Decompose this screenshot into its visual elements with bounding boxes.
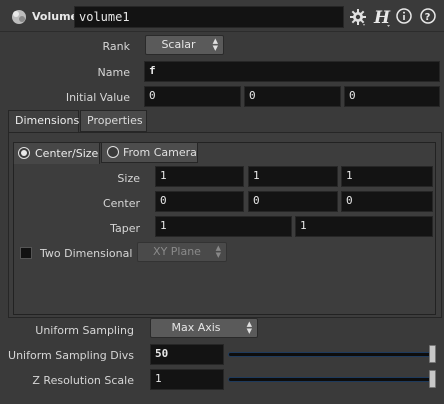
updown-arrows-icon: ▲ ▼	[212, 37, 218, 52]
name-field[interactable]: f	[144, 61, 440, 82]
uniform-sampling-menu[interactable]: Max Axis ▲ ▼	[150, 318, 258, 338]
size-x[interactable]: 1	[155, 166, 244, 187]
center-z[interactable]: 0	[341, 191, 433, 212]
plane-menu-value: XY Plane	[153, 245, 201, 258]
uniform-sampling-divs-slider-track[interactable]	[228, 352, 434, 357]
uniform-sampling-divs-label: Uniform Sampling Divs	[8, 349, 134, 362]
radio-unselected-icon	[107, 146, 119, 158]
rank-label: Rank	[102, 40, 130, 53]
rank-menu-value: Scalar	[161, 38, 196, 51]
uniform-sampling-divs-field[interactable]: 50	[150, 344, 224, 365]
updown-arrows-icon: ▲ ▼	[215, 244, 221, 259]
plane-menu: XY Plane ▲ ▼	[137, 242, 227, 262]
uniform-sampling-divs-slider-handle[interactable]	[429, 345, 436, 363]
z-resolution-scale-field[interactable]: 1	[150, 369, 224, 390]
center-y[interactable]: 0	[248, 191, 338, 212]
z-resolution-scale-label: Z Resolution Scale	[32, 374, 134, 387]
info-icon[interactable]	[396, 8, 412, 27]
node-name-field[interactable]: volume1	[74, 6, 344, 28]
svg-text:?: ?	[425, 12, 431, 23]
mode-from-camera-label: From Camera	[123, 146, 197, 159]
tab-dimensions[interactable]: Dimensions	[8, 110, 79, 133]
mode-center-size[interactable]: Center/Size	[13, 142, 100, 164]
z-resolution-scale-slider-track[interactable]	[228, 377, 434, 382]
initial-value-x[interactable]: 0	[144, 86, 241, 107]
rank-menu[interactable]: Scalar ▲ ▼	[145, 35, 224, 55]
header-divider	[0, 31, 444, 32]
two-dimensional-checkbox[interactable]	[20, 247, 32, 259]
updown-arrows-icon: ▲ ▼	[246, 320, 252, 335]
two-dimensional-label: Two Dimensional	[40, 247, 133, 260]
initial-value-z[interactable]: 0	[344, 86, 440, 107]
tab-dimensions-label: Dimensions	[15, 114, 80, 127]
size-z[interactable]: 1	[341, 166, 433, 187]
uniform-sampling-menu-value: Max Axis	[171, 321, 221, 334]
help-h-icon[interactable]: H	[371, 6, 393, 31]
radio-selected-icon	[18, 147, 30, 159]
taper-label: Taper	[110, 222, 140, 235]
uniform-sampling-label: Uniform Sampling	[35, 324, 134, 337]
size-y[interactable]: 1	[248, 166, 338, 187]
tab-properties-label: Properties	[87, 114, 143, 127]
z-resolution-scale-slider-handle[interactable]	[429, 370, 436, 388]
center-label: Center	[102, 197, 140, 210]
mode-from-camera[interactable]: From Camera	[101, 142, 198, 163]
center-x[interactable]: 0	[155, 191, 244, 212]
gear-icon[interactable]	[348, 7, 368, 30]
initial-value-y[interactable]: 0	[244, 86, 341, 107]
taper-x[interactable]: 1	[155, 216, 292, 237]
tab-properties[interactable]: Properties	[80, 110, 147, 132]
question-icon[interactable]: ?	[420, 8, 436, 27]
taper-y[interactable]: 1	[295, 216, 433, 237]
volume-node-icon	[10, 8, 28, 29]
initial-value-label: Initial Value	[65, 91, 130, 104]
size-label: Size	[117, 172, 140, 185]
name-label: Name	[97, 66, 130, 79]
node-type-label: Volume	[32, 10, 78, 23]
mode-center-size-label: Center/Size	[35, 147, 99, 160]
